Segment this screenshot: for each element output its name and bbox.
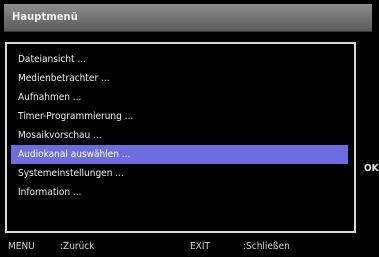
menu-title: Hauptmenü	[12, 10, 78, 23]
menu-item-timer-programming[interactable]: Timer-Programmierung ...	[11, 107, 350, 126]
exit-key-label: EXIT	[190, 241, 210, 252]
main-menu: Dateiansicht ... Medienbetrachter ... Au…	[5, 42, 356, 233]
menu-key-action: :Zurück	[60, 241, 95, 252]
menu-key-label: MENU	[8, 241, 35, 252]
menu-item-recordings[interactable]: Aufnahmen ...	[11, 88, 350, 107]
menu-item-audio-channel[interactable]: Audiokanal auswählen ...	[11, 145, 348, 164]
tv-menu-screen: Hauptmenü Dateiansicht ... Medienbetrach…	[0, 0, 379, 257]
title-bar: Hauptmenü	[4, 4, 372, 32]
menu-list: Dateiansicht ... Medienbetrachter ... Au…	[11, 50, 350, 202]
menu-item-system-settings[interactable]: Systemeinstellungen ...	[11, 164, 350, 183]
ok-hint: OK	[364, 163, 379, 174]
menu-item-mosaic-preview[interactable]: Mosaikvorschau ...	[11, 126, 350, 145]
menu-item-file-view[interactable]: Dateiansicht ...	[11, 50, 350, 69]
exit-key-action: :Schließen	[243, 241, 290, 252]
key-hint-footer: MENU :Zurück EXIT :Schließen	[0, 239, 379, 257]
menu-item-media-viewer[interactable]: Medienbetrachter ...	[11, 69, 350, 88]
menu-item-information[interactable]: Information ...	[11, 183, 350, 202]
